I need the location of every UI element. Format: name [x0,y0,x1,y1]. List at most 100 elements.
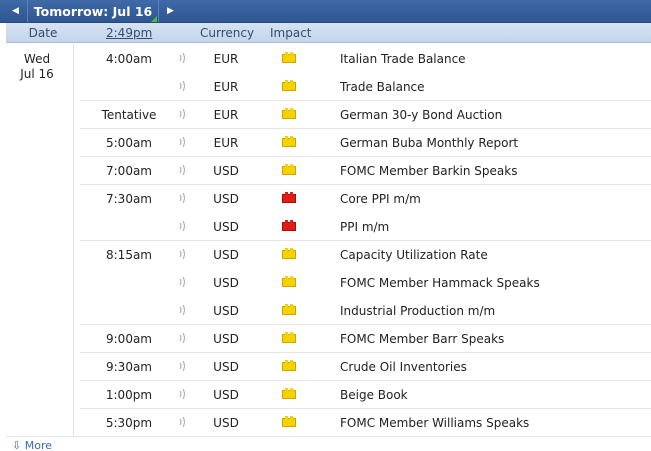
time-group-separator [80,324,651,325]
time-group-separator [80,156,651,157]
event-impact [282,332,296,344]
event-title[interactable]: FOMC Member Barr Speaks [340,332,504,346]
speaker-icon[interactable] [178,416,186,428]
event-title[interactable]: Industrial Production m/m [340,304,495,318]
column-currency: Currency [200,26,255,40]
medium-impact-icon [282,416,296,427]
event-title[interactable]: FOMC Member Hammack Speaks [340,276,540,290]
event-title[interactable]: German Buba Monthly Report [340,136,518,150]
speaker-icon[interactable] [178,248,186,260]
event-row[interactable]: 7:00am USD FOMC Member Barkin Speaks [6,156,651,184]
event-row[interactable]: 1:00pm USD Beige Book [6,380,651,408]
event-title[interactable]: PPI m/m [340,220,389,234]
more-label: More [24,439,52,451]
event-impact [282,388,296,400]
previous-day-button[interactable]: ◀ [4,0,28,22]
speaker-icon[interactable] [178,220,186,232]
event-row[interactable]: 7:30am USD Core PPI m/m [6,184,651,212]
speaker-icon[interactable] [178,52,186,64]
event-time: 4:00am [106,52,152,66]
event-currency: USD [213,220,239,234]
event-currency: USD [213,248,239,262]
event-row[interactable]: Tentative EUR German 30-y Bond Auction [6,100,651,128]
speaker-icon[interactable] [178,388,186,400]
event-time: 7:30am [106,192,152,206]
event-currency: USD [213,276,239,290]
speaker-icon[interactable] [178,136,186,148]
event-impact [282,192,296,204]
speaker-icon[interactable] [178,332,186,344]
event-row[interactable]: 4:00am EUR Italian Trade Balance [6,44,651,72]
event-title[interactable]: Italian Trade Balance [340,52,466,66]
event-currency: EUR [213,108,239,122]
arrow-right-icon: ▶ [167,6,174,16]
speaker-icon[interactable] [178,108,186,120]
day-title[interactable]: Tomorrow: Jul 16 [30,0,156,22]
event-impact [282,52,296,64]
event-impact [282,136,296,148]
event-row[interactable]: USD FOMC Member Hammack Speaks [6,268,651,296]
event-title[interactable]: German 30-y Bond Auction [340,108,502,122]
event-currency: USD [213,304,239,318]
more-link[interactable]: ⇩ More [12,439,52,451]
event-title[interactable]: FOMC Member Williams Speaks [340,416,529,430]
medium-impact-icon [282,52,296,63]
time-group-separator [80,352,651,353]
event-impact [282,248,296,260]
event-impact [282,108,296,120]
time-group-separator [80,100,651,101]
event-title[interactable]: Trade Balance [340,80,425,94]
event-time: 9:00am [106,332,152,346]
speaker-icon[interactable] [178,164,186,176]
speaker-icon[interactable] [178,276,186,288]
event-time: Tentative [101,108,157,122]
speaker-icon[interactable] [178,80,186,92]
event-impact [282,220,296,232]
time-group-separator [80,380,651,381]
event-currency: USD [213,416,239,430]
event-row[interactable]: 5:30pm USD FOMC Member Williams Speaks [6,408,651,436]
event-row[interactable]: 9:00am USD FOMC Member Barr Speaks [6,324,651,352]
column-date: Date [28,26,58,40]
medium-impact-icon [282,164,296,175]
event-row[interactable]: 9:30am USD Crude Oil Inventories [6,352,651,380]
calendar-nav-bar: ◀ Tomorrow: Jul 16 ▶ [0,0,651,23]
event-title[interactable]: Crude Oil Inventories [340,360,467,374]
speaker-icon[interactable] [178,360,186,372]
event-time: 9:30am [106,360,152,374]
event-currency: EUR [213,52,239,66]
event-row[interactable]: USD PPI m/m [6,212,651,240]
event-time: 5:00am [106,136,152,150]
event-title[interactable]: Beige Book [340,388,408,402]
next-day-button[interactable]: ▶ [158,0,182,22]
event-currency: EUR [213,80,239,94]
event-row[interactable]: 8:15am USD Capacity Utilization Rate [6,240,651,268]
time-group-separator [80,184,651,185]
column-impact: Impact [270,26,312,40]
event-currency: USD [213,332,239,346]
event-impact [282,360,296,372]
event-time: 7:00am [106,164,152,178]
event-currency: USD [213,388,239,402]
event-title[interactable]: Core PPI m/m [340,192,421,206]
day-corner-marker [151,16,157,22]
event-impact [282,80,296,92]
medium-impact-icon [282,136,296,147]
download-arrow-icon: ⇩ [12,439,22,451]
event-row[interactable]: USD Industrial Production m/m [6,296,651,324]
speaker-icon[interactable] [178,192,186,204]
event-title[interactable]: FOMC Member Barkin Speaks [340,164,517,178]
event-title[interactable]: Capacity Utilization Rate [340,248,488,262]
event-row[interactable]: 5:00am EUR German Buba Monthly Report [6,128,651,156]
event-row[interactable]: EUR Trade Balance [6,72,651,100]
speaker-icon[interactable] [178,304,186,316]
column-time[interactable]: 2:49pm [106,26,152,40]
event-currency: USD [213,192,239,206]
event-impact [282,304,296,316]
medium-impact-icon [282,332,296,343]
medium-impact-icon [282,276,296,287]
medium-impact-icon [282,304,296,315]
event-impact [282,416,296,428]
time-group-separator [80,240,651,241]
time-group-separator [80,408,651,409]
